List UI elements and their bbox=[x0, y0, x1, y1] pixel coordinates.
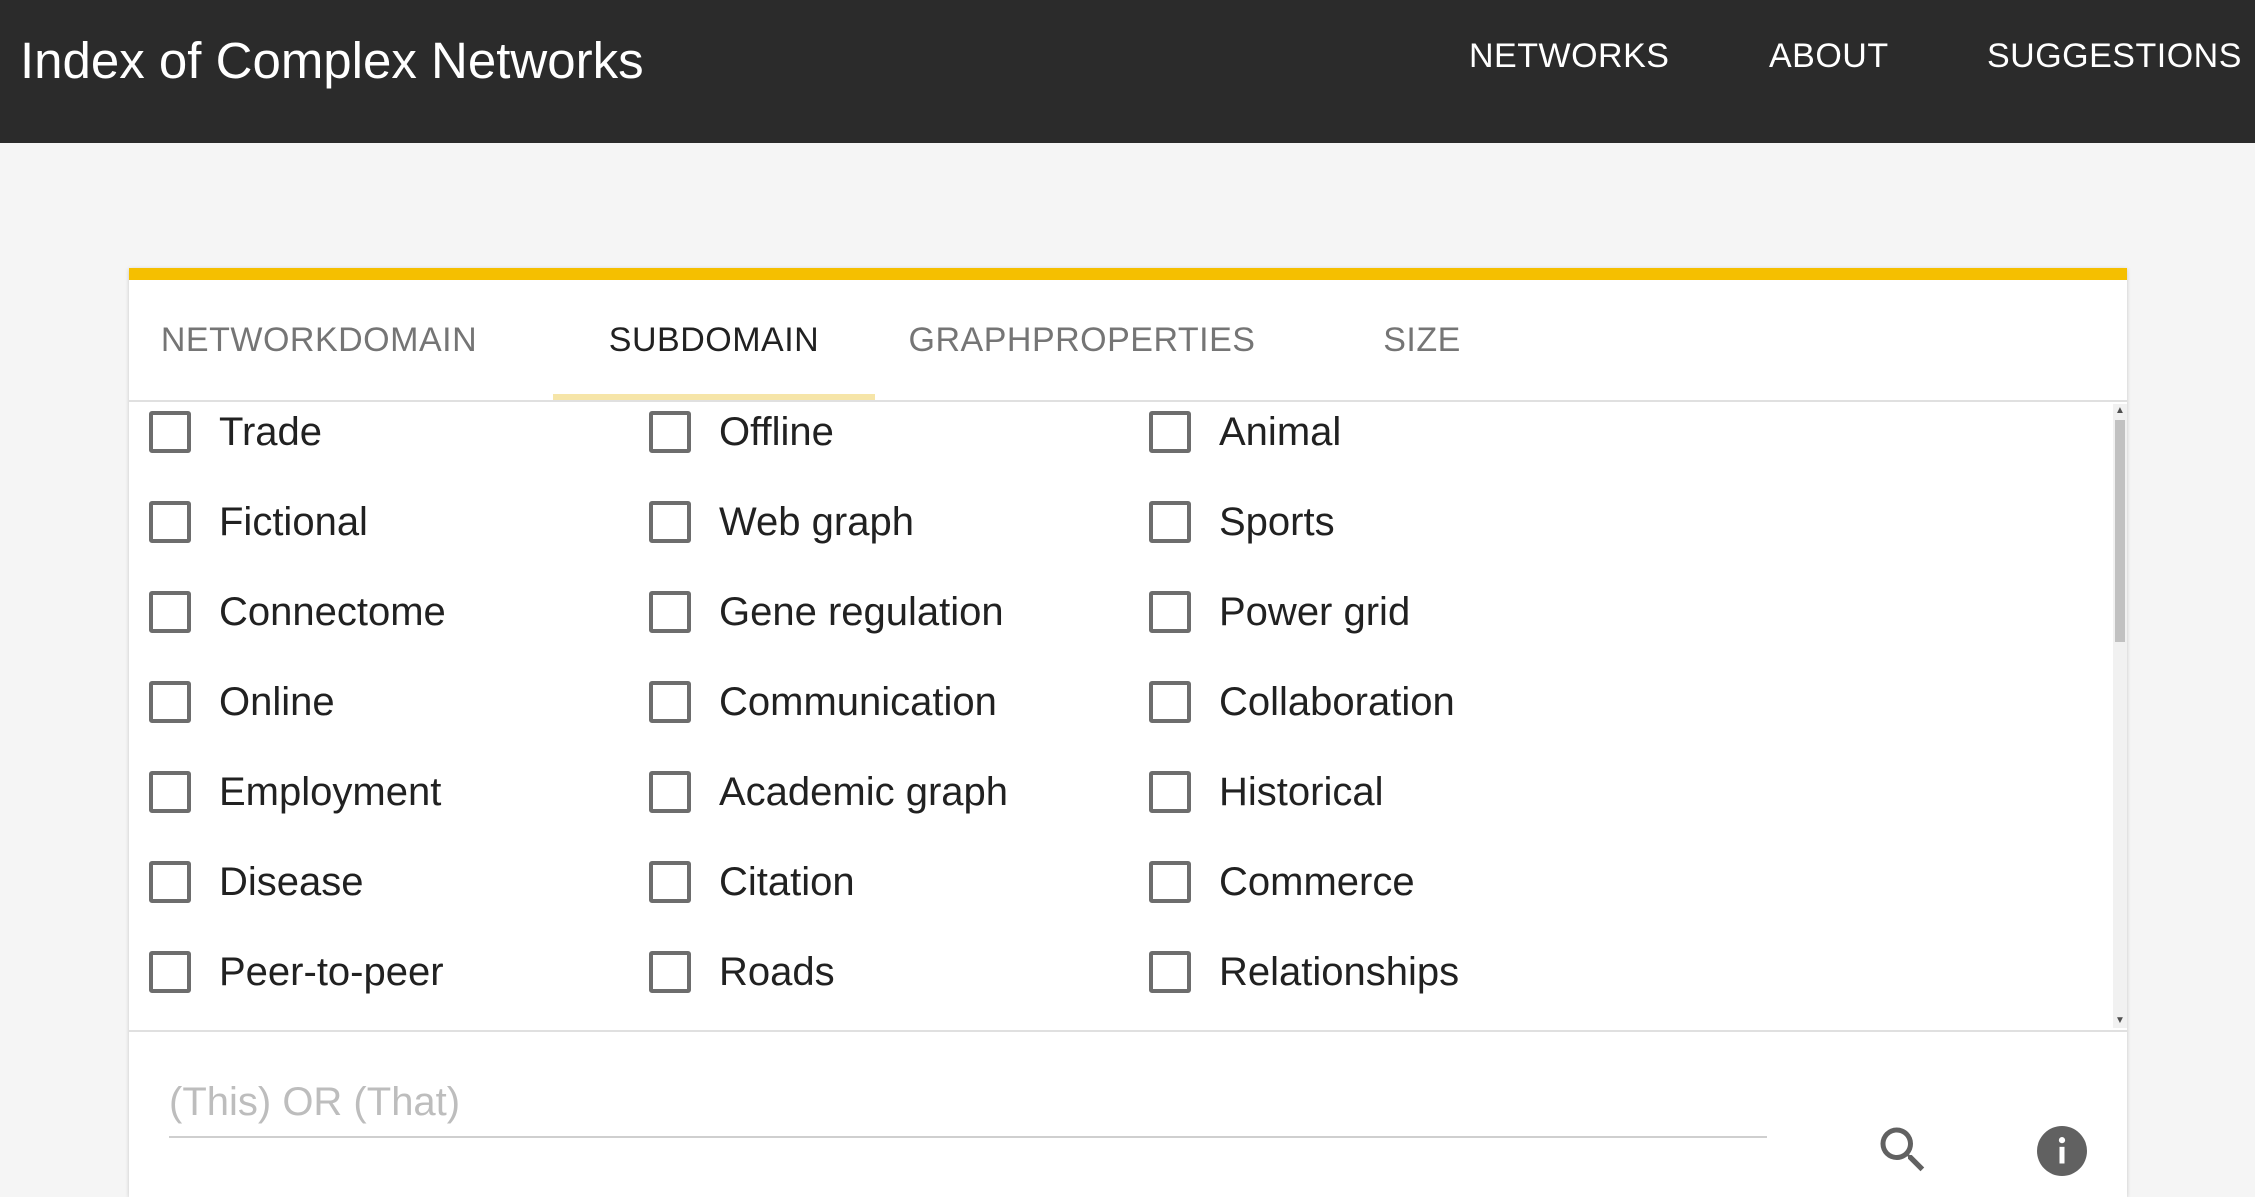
checkbox-label: Sports bbox=[1219, 499, 1335, 544]
scroll-down-arrow-icon[interactable]: ▼ bbox=[2113, 1014, 2127, 1028]
checkbox[interactable] bbox=[1149, 681, 1191, 723]
checkbox[interactable] bbox=[649, 501, 691, 543]
info-button[interactable] bbox=[2037, 1126, 2087, 1176]
scrollbar-thumb[interactable] bbox=[2115, 420, 2125, 642]
checkbox-label: Communication bbox=[719, 679, 997, 724]
list-scrollbar[interactable]: ▲ ▼ bbox=[2113, 404, 2127, 1028]
checkbox[interactable] bbox=[149, 591, 191, 633]
subdomain-checkbox-list: Trade Fictional Connectome Online Employ… bbox=[129, 402, 2127, 1032]
checkbox-label: Connectome bbox=[219, 589, 446, 634]
checkbox[interactable] bbox=[649, 771, 691, 813]
checkbox-label: Citation bbox=[719, 859, 855, 904]
nav-suggestions[interactable]: SUGGESTIONS bbox=[1987, 36, 2242, 76]
tab-size[interactable]: SIZE bbox=[1362, 280, 1482, 400]
checkbox-item[interactable]: Relationships bbox=[1149, 942, 1459, 1002]
active-tab-indicator bbox=[553, 394, 875, 400]
checkbox-item[interactable]: Power grid bbox=[1149, 582, 1410, 642]
checkbox-label: Peer-to-peer bbox=[219, 949, 444, 994]
checkbox[interactable] bbox=[1149, 591, 1191, 633]
checkbox-label: Gene regulation bbox=[719, 589, 1004, 634]
search-button[interactable] bbox=[1873, 1120, 1933, 1180]
info-icon bbox=[2037, 1126, 2087, 1176]
checkbox[interactable] bbox=[649, 681, 691, 723]
checkbox-label: Online bbox=[219, 679, 335, 724]
checkbox-item[interactable]: Fictional bbox=[149, 492, 368, 552]
checkbox-label: Commerce bbox=[1219, 859, 1415, 904]
checkbox-item[interactable]: Collaboration bbox=[1149, 672, 1455, 732]
tab-subdomain[interactable]: SUBDOMAIN bbox=[553, 280, 875, 400]
checkbox-label: Web graph bbox=[719, 499, 914, 544]
checkbox[interactable] bbox=[149, 861, 191, 903]
checkbox-label: Power grid bbox=[1219, 589, 1411, 634]
checkbox[interactable] bbox=[149, 411, 191, 453]
checkbox-item[interactable]: Sports bbox=[1149, 492, 1335, 552]
site-title[interactable]: Index of Complex Networks bbox=[20, 30, 644, 92]
checkbox[interactable] bbox=[1149, 501, 1191, 543]
checkbox[interactable] bbox=[649, 591, 691, 633]
checkbox-item[interactable]: Academic graph bbox=[649, 762, 1008, 822]
checkbox-item[interactable]: Gene regulation bbox=[649, 582, 1004, 642]
checkbox-item[interactable]: Offline bbox=[649, 402, 834, 462]
checkbox-item[interactable]: Historical bbox=[1149, 762, 1383, 822]
checkbox-item[interactable]: Peer-to-peer bbox=[149, 942, 444, 1002]
checkbox-label: Offline bbox=[719, 409, 834, 454]
checkbox-label: Animal bbox=[1219, 409, 1342, 454]
checkbox-label: Fictional bbox=[219, 499, 368, 544]
checkbox[interactable] bbox=[1149, 771, 1191, 813]
checkbox-item[interactable]: Online bbox=[149, 672, 335, 732]
checkbox-item[interactable]: Commerce bbox=[1149, 852, 1415, 912]
checkbox-item[interactable]: Employment bbox=[149, 762, 441, 822]
filter-tabs: NETWORKDOMAIN SUBDOMAIN GRAPHPROPERTIES … bbox=[129, 280, 2127, 402]
checkbox[interactable] bbox=[1149, 861, 1191, 903]
checkbox[interactable] bbox=[149, 681, 191, 723]
checkbox-label: Employment bbox=[219, 769, 442, 814]
checkbox-item[interactable]: Citation bbox=[649, 852, 855, 912]
checkbox[interactable] bbox=[1149, 951, 1191, 993]
checkbox-label: Relationships bbox=[1219, 949, 1460, 994]
checkbox-label: Disease bbox=[219, 859, 364, 904]
checkbox-item[interactable]: Animal bbox=[1149, 402, 1341, 462]
checkbox[interactable] bbox=[1149, 411, 1191, 453]
checkbox-item[interactable]: Trade bbox=[149, 402, 322, 462]
checkbox-label: Academic graph bbox=[719, 769, 1009, 814]
tab-networkdomain[interactable]: NETWORKDOMAIN bbox=[161, 280, 477, 400]
checkbox[interactable] bbox=[149, 951, 191, 993]
search-icon bbox=[1880, 1127, 1925, 1172]
checkbox-label: Historical bbox=[1219, 769, 1384, 814]
filter-card: NETWORKDOMAIN SUBDOMAIN GRAPHPROPERTIES … bbox=[129, 268, 2127, 1197]
checkbox-item[interactable]: Communication bbox=[649, 672, 997, 732]
checkbox-label: Roads bbox=[719, 949, 835, 994]
checkbox-label: Collaboration bbox=[1219, 679, 1455, 724]
checkbox[interactable] bbox=[149, 771, 191, 813]
checkbox-label: Trade bbox=[219, 409, 323, 454]
checkbox[interactable] bbox=[649, 951, 691, 993]
checkbox[interactable] bbox=[649, 861, 691, 903]
checkbox-item[interactable]: Web graph bbox=[649, 492, 914, 552]
checkbox[interactable] bbox=[149, 501, 191, 543]
nav-networks[interactable]: NETWORKS bbox=[1469, 36, 1669, 76]
checkbox[interactable] bbox=[649, 411, 691, 453]
checkbox-item[interactable]: Disease bbox=[149, 852, 364, 912]
scroll-up-arrow-icon[interactable]: ▲ bbox=[2113, 404, 2127, 418]
tab-graphproperties[interactable]: GRAPHPROPERTIES bbox=[909, 280, 1255, 400]
nav-about[interactable]: ABOUT bbox=[1769, 36, 1889, 76]
checkbox-item[interactable]: Connectome bbox=[149, 582, 446, 642]
search-query-input[interactable] bbox=[169, 1074, 1767, 1138]
top-app-bar: Index of Complex Networks NETWORKS ABOUT… bbox=[0, 0, 2255, 143]
checkbox-item[interactable]: Roads bbox=[649, 942, 835, 1002]
